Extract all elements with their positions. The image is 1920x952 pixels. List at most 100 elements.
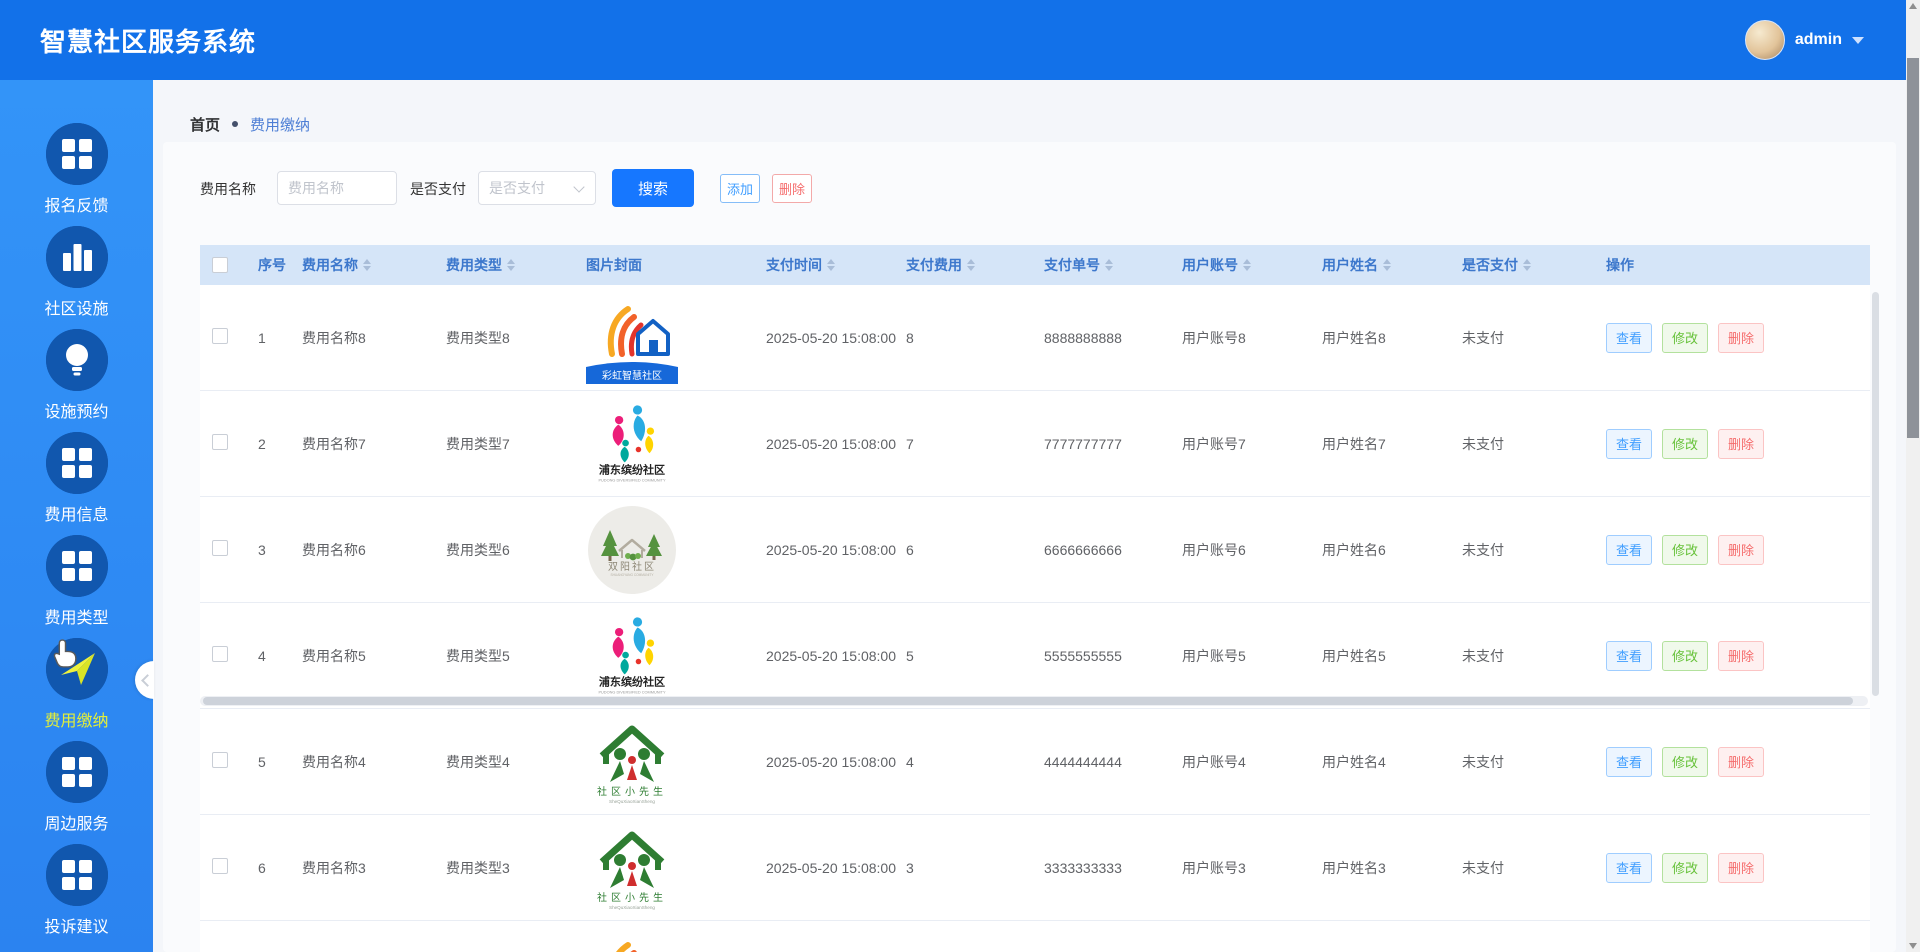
pay-status-select[interactable]: 是否支付 <box>478 171 596 205</box>
row-delete-button[interactable]: 删除 <box>1718 641 1764 671</box>
search-button[interactable]: 搜索 <box>612 169 694 207</box>
pay-status-select-placeholder: 是否支付 <box>489 172 545 204</box>
cell-checkbox <box>200 752 248 771</box>
cell-payTime: 2025-05-20 15:08:00 <box>756 860 896 876</box>
cell-cover: 双阳社区SHUANGYANG COMMUNITY <box>576 504 756 596</box>
cell-username: 用户姓名6 <box>1312 540 1452 560</box>
sort-carets-icon[interactable] <box>1523 259 1531 271</box>
row-delete-button[interactable]: 删除 <box>1718 853 1764 883</box>
row-checkbox[interactable] <box>212 752 228 768</box>
cell-checkbox <box>200 434 248 453</box>
edit-button[interactable]: 修改 <box>1662 747 1708 777</box>
rainbow-community-logo: 彩虹智慧社区 <box>586 928 678 952</box>
cell-name: 费用名称3 <box>292 858 436 878</box>
sidebar-item-label: 报名反馈 <box>0 192 153 216</box>
table-horizontal-scrollbar[interactable] <box>200 696 1868 706</box>
sort-carets-icon[interactable] <box>363 259 371 271</box>
cell-actions: 查看修改删除 <box>1596 323 1870 353</box>
sidebar-item-fee-type[interactable]: 费用类型 <box>0 535 153 628</box>
pudong-community-logo: 浦东缤纷社区PUDONG DIVERSIFIED COMMUNITY <box>586 610 678 702</box>
table-vertical-scrollbar-thumb[interactable] <box>1872 292 1879 696</box>
row-checkbox[interactable] <box>212 858 228 874</box>
column-header-payFee: 支付费用 <box>896 255 1034 275</box>
cell-index: 5 <box>248 754 292 770</box>
row-checkbox[interactable] <box>212 328 228 344</box>
pay-status-label: 是否支付 <box>410 170 466 208</box>
cell-payFee: 7 <box>896 436 1034 452</box>
scroll-up-arrow-icon[interactable] <box>1909 3 1917 9</box>
sort-carets-icon[interactable] <box>967 259 975 271</box>
row-delete-button[interactable]: 删除 <box>1718 747 1764 777</box>
sort-carets-icon[interactable] <box>1243 259 1251 271</box>
edit-button[interactable]: 修改 <box>1662 323 1708 353</box>
sort-carets-icon[interactable] <box>827 259 835 271</box>
edit-button[interactable]: 修改 <box>1662 429 1708 459</box>
edit-button[interactable]: 修改 <box>1662 535 1708 565</box>
row-actions: 查看修改删除 <box>1606 641 1870 671</box>
cell-type: 费用类型3 <box>436 858 576 878</box>
add-button[interactable]: 添加 <box>720 174 760 203</box>
scroll-down-arrow-icon[interactable] <box>1909 943 1917 949</box>
cell-username: 用户姓名4 <box>1312 752 1452 772</box>
cell-actions: 查看修改删除 <box>1596 535 1870 565</box>
sort-carets-icon[interactable] <box>1105 259 1113 271</box>
cell-cover: 彩虹智慧社区 <box>576 292 756 384</box>
table-row: 3费用名称6费用类型6双阳社区SHUANGYANG COMMUNITY2025-… <box>200 497 1870 603</box>
sidebar-item-signup-feedback[interactable]: 报名反馈 <box>0 123 153 216</box>
sidebar-item-nearby-service[interactable]: 周边服务 <box>0 741 153 834</box>
cell-username: 用户姓名5 <box>1312 646 1452 666</box>
sidebar-item-label: 社区设施 <box>0 295 153 319</box>
cell-index: 3 <box>248 542 292 558</box>
avatar[interactable] <box>1745 20 1785 60</box>
cell-checkbox <box>200 540 248 559</box>
cell-name: 费用名称6 <box>292 540 436 560</box>
sidebar-item-complaint-suggestion[interactable]: 投诉建议 <box>0 844 153 937</box>
xiansheng-community-logo: 社区小先生SheQuXiaoXianSheng <box>586 716 678 808</box>
view-button[interactable]: 查看 <box>1606 323 1652 353</box>
cell-payFee: 5 <box>896 648 1034 664</box>
cell-payNo: 3333333333 <box>1034 860 1172 876</box>
table-horizontal-scrollbar-thumb[interactable] <box>203 697 1853 705</box>
row-delete-button[interactable]: 删除 <box>1718 535 1764 565</box>
cell-payTime: 2025-05-20 15:08:00 <box>756 648 896 664</box>
sort-carets-icon[interactable] <box>1383 259 1391 271</box>
fee-name-label: 费用名称 <box>200 170 256 208</box>
select-all-checkbox[interactable] <box>212 257 228 273</box>
edit-button[interactable]: 修改 <box>1662 641 1708 671</box>
column-header-label: 是否支付 <box>1462 255 1518 275</box>
view-button[interactable]: 查看 <box>1606 853 1652 883</box>
sidebar-item-facility-booking[interactable]: 设施预约 <box>0 329 153 422</box>
page-scrollbar-thumb[interactable] <box>1907 58 1919 438</box>
view-button[interactable]: 查看 <box>1606 535 1652 565</box>
cell-name: 费用名称7 <box>292 434 436 454</box>
cell-payTime: 2025-05-20 15:08:00 <box>756 754 896 770</box>
svg-text:社区小先生: 社区小先生 <box>597 891 667 904</box>
breadcrumb-home-link[interactable]: 首页 <box>190 114 220 135</box>
svg-text:浦东缤纷社区: 浦东缤纷社区 <box>599 674 665 688</box>
sort-carets-icon[interactable] <box>507 259 515 271</box>
sidebar-item-fee-info[interactable]: 费用信息 <box>0 432 153 525</box>
page-scrollbar[interactable] <box>1906 0 1920 952</box>
column-header-label: 支付时间 <box>766 255 822 275</box>
row-delete-button[interactable]: 删除 <box>1718 323 1764 353</box>
row-checkbox[interactable] <box>212 646 228 662</box>
delete-button[interactable]: 删除 <box>772 174 812 203</box>
column-header-label: 支付费用 <box>906 255 962 275</box>
row-actions: 查看修改删除 <box>1606 853 1870 883</box>
view-button[interactable]: 查看 <box>1606 747 1652 777</box>
view-button[interactable]: 查看 <box>1606 641 1652 671</box>
row-delete-button[interactable]: 删除 <box>1718 429 1764 459</box>
app-title: 智慧社区服务系统 <box>40 0 256 80</box>
row-checkbox[interactable] <box>212 540 228 556</box>
fee-name-input[interactable] <box>277 171 397 205</box>
cell-paid: 未支付 <box>1452 328 1596 348</box>
row-checkbox[interactable] <box>212 434 228 450</box>
cell-type: 费用类型4 <box>436 752 576 772</box>
cell-name: 费用名称8 <box>292 328 436 348</box>
edit-button[interactable]: 修改 <box>1662 853 1708 883</box>
user-menu[interactable]: admin <box>1745 0 1864 80</box>
sidebar-item-community-facility[interactable]: 社区设施 <box>0 226 153 319</box>
breadcrumb-current-link[interactable]: 费用缴纳 <box>250 114 310 135</box>
cell-index: 4 <box>248 648 292 664</box>
view-button[interactable]: 查看 <box>1606 429 1652 459</box>
